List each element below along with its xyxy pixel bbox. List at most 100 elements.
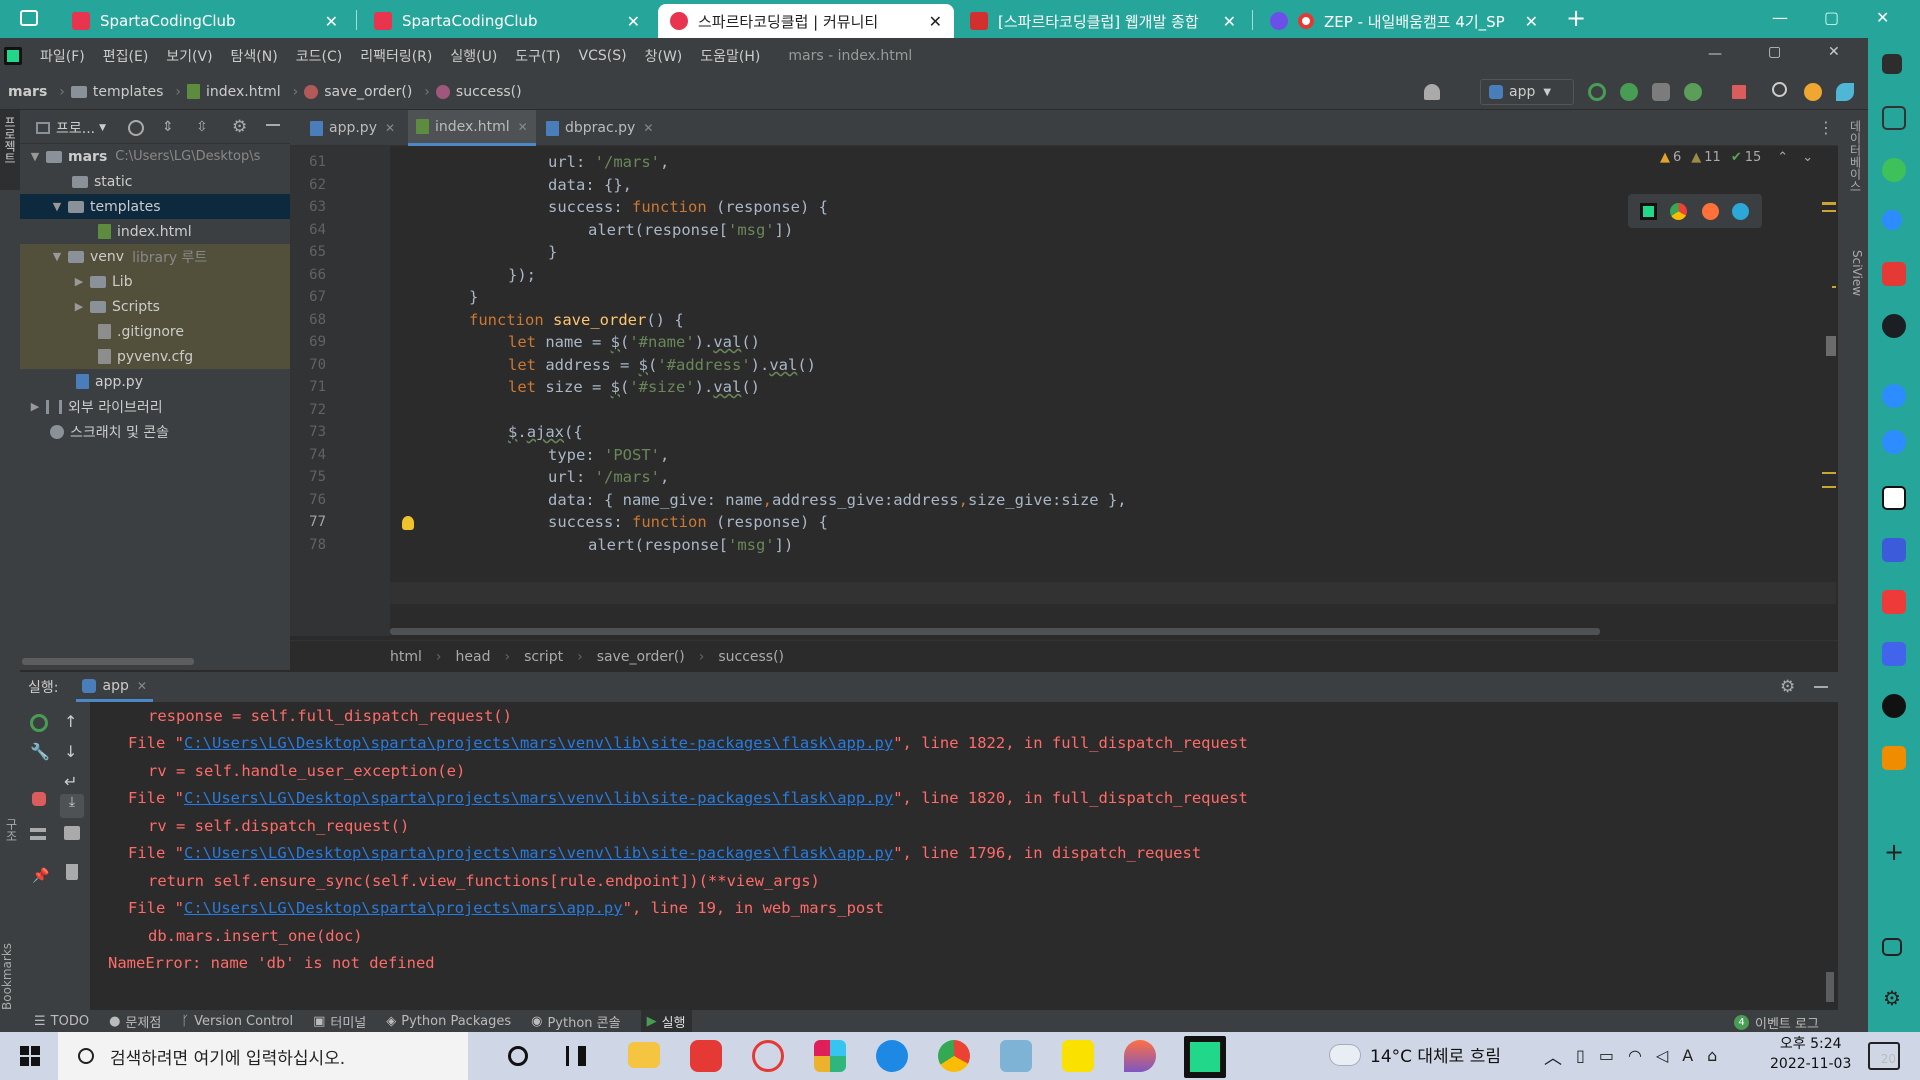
run-config-select[interactable]: app ▼ [1480,79,1574,105]
event-log-button[interactable]: 4 이벤트 로그 [1734,1013,1819,1032]
close-tab-icon[interactable]: ✕ [315,12,338,31]
browser-tab-3-active[interactable]: 스파르타코딩클럽 | 커뮤니티 ✕ [658,4,954,38]
inspection-widget[interactable]: ▲ 6 ▲ 11 ✔ 15 ⌃ ⌄ [1660,150,1813,165]
run-vertical-scrollbar[interactable] [1826,972,1834,1002]
device-icon[interactable]: ▯ [1576,1046,1585,1065]
notepad-icon[interactable] [1000,1040,1032,1072]
power-app-icon[interactable] [752,1040,784,1072]
next-highlight-icon[interactable]: ⌄ [1802,150,1813,165]
editor-vertical-scrollbar[interactable] [1822,146,1836,636]
sidebar-app-icon[interactable] [1882,54,1902,74]
sidebar-app-icon[interactable] [1882,538,1906,562]
rerun-icon[interactable] [30,714,48,732]
close-tab-icon[interactable]: ✕ [518,120,528,134]
tree-node-venv[interactable]: ▼ venv library 루트 [20,244,290,269]
edge-icon[interactable] [1732,203,1749,220]
tool-tab-version-control[interactable]: ᚴ Version Control [181,1014,293,1029]
project-tool-tab[interactable]: 프로젝트 [0,110,20,190]
browser-close-button[interactable]: ✕ [1876,8,1889,27]
close-tab-icon[interactable]: ✕ [1515,12,1538,31]
tool-tab-python-console[interactable]: ◉ Python 콘솔 [531,1012,620,1031]
zoom-icon[interactable] [1882,210,1902,230]
notification-center-button[interactable]: 20 [1868,1042,1900,1070]
ide-maximize-button[interactable]: ▢ [1768,44,1781,60]
update-icon[interactable] [1804,83,1822,101]
browser-tab-1[interactable]: SpartaCodingClub ✕ [60,4,350,38]
list-icon[interactable] [1882,642,1906,666]
plugin-icon[interactable] [1836,83,1854,101]
tree-node-scratches[interactable]: 스크래치 및 콘솔 [20,419,290,444]
battery-icon[interactable]: ▭ [1599,1046,1614,1065]
project-view-dropdown[interactable]: 프로... ▼ [36,118,106,138]
menu-navigate[interactable]: 탐색(N) [231,46,278,66]
editor-tab-index-html[interactable]: index.html ✕ [408,110,536,146]
tray-chevron-up-icon[interactable]: ︿ [1544,1044,1562,1070]
down-arrow-icon[interactable]: ↓ [64,742,77,761]
tree-node-templates[interactable]: ▼ templates [20,194,290,219]
structure-crumb-save-order[interactable]: save_order() [597,649,685,665]
hide-panel-icon[interactable] [266,124,280,126]
menu-file[interactable]: 파일(F) [40,46,85,66]
debug-icon[interactable] [1620,83,1638,101]
crumb-method[interactable]: success() [435,84,522,100]
sidebar-app-icon[interactable] [1882,158,1906,182]
windows-start-icon[interactable] [20,1046,40,1066]
soft-wrap-icon[interactable]: ↵ [64,772,77,791]
up-arrow-icon[interactable]: ↑ [64,712,77,731]
volume-icon[interactable]: ◁ [1656,1046,1668,1065]
scroll-to-end-icon[interactable]: ⤓ [60,794,84,818]
close-tab-icon[interactable]: ✕ [919,12,942,31]
menu-window[interactable]: 창(W) [645,46,683,66]
pycharm-taskbar-icon[interactable] [1184,1036,1226,1078]
scroll-thumb[interactable] [1826,336,1836,356]
collapse-all-icon[interactable]: ⇳ [196,119,208,135]
ime-icon[interactable]: A [1682,1046,1693,1065]
tree-node-scripts[interactable]: ▶ Scripts [20,294,290,319]
tree-node-app-py[interactable]: app.py [20,369,290,394]
sidebar-app-icon[interactable] [1882,694,1906,718]
tree-node-gitignore[interactable]: .gitignore [20,319,290,344]
menu-edit[interactable]: 편집(E) [103,46,149,66]
tab-actions-icon[interactable] [20,10,38,26]
structure-crumb-head[interactable]: head [456,649,491,665]
structure-crumb-html[interactable]: html [390,649,422,665]
tool-tab-terminal[interactable]: ▣ 터미널 [313,1012,366,1031]
chrome-icon[interactable] [938,1040,970,1072]
crumb-folder[interactable]: templates [70,84,163,100]
close-tab-icon[interactable]: ✕ [137,679,147,693]
zoom-icon[interactable] [1882,430,1906,454]
locate-file-icon[interactable] [128,120,144,136]
bookmarks-tool-tab[interactable]: Bookmarks [0,900,20,1010]
layout-icon[interactable] [30,828,46,840]
user-icon[interactable] [1424,84,1440,100]
sidebar-app-icon[interactable] [1882,746,1906,770]
close-tab-icon[interactable]: ✕ [643,121,653,135]
print-icon[interactable] [64,826,80,840]
kakaotalk-icon[interactable] [1062,1040,1094,1072]
crumb-project[interactable]: mars [8,84,47,100]
traceback-link[interactable]: C:\Users\LG\Desktop\sparta\projects\mars… [184,789,893,807]
profile-icon[interactable] [1684,83,1702,101]
browser-maximize-button[interactable]: ▢ [1824,8,1839,27]
gear-icon[interactable]: ⚙ [1780,677,1795,697]
github-icon[interactable] [1882,314,1906,338]
add-icon[interactable]: + [1884,838,1904,866]
browser-tab-4[interactable]: [스파르타코딩클럽] 웹개발 종합 ✕ [958,4,1248,38]
previous-highlight-icon[interactable]: ⌃ [1777,150,1788,165]
file-explorer-icon[interactable] [628,1042,660,1068]
gmail-icon[interactable] [1882,106,1906,130]
chrome-icon[interactable] [1670,203,1687,220]
close-tab-icon[interactable]: ✕ [385,121,395,135]
menu-refactor[interactable]: 리팩터링(R) [360,46,432,66]
rerun-icon[interactable] [1588,83,1606,101]
sidebar-toggle-icon[interactable] [1882,938,1902,956]
menu-tools[interactable]: 도구(T) [515,46,560,66]
sidebar-app-icon[interactable] [1882,590,1906,614]
pycharm-browser-icon[interactable] [1640,203,1657,220]
menu-help[interactable]: 도움말(H) [700,46,760,66]
tree-node-lib[interactable]: ▶ Lib [20,269,290,294]
close-tab-icon[interactable]: ✕ [617,12,640,31]
sciview-tool-tab[interactable]: SciView [1844,250,1864,330]
weather-widget[interactable]: 14°C 대체로 흐림 [1330,1042,1501,1067]
browser-tab-2[interactable]: SpartaCodingClub ✕ [362,4,652,38]
